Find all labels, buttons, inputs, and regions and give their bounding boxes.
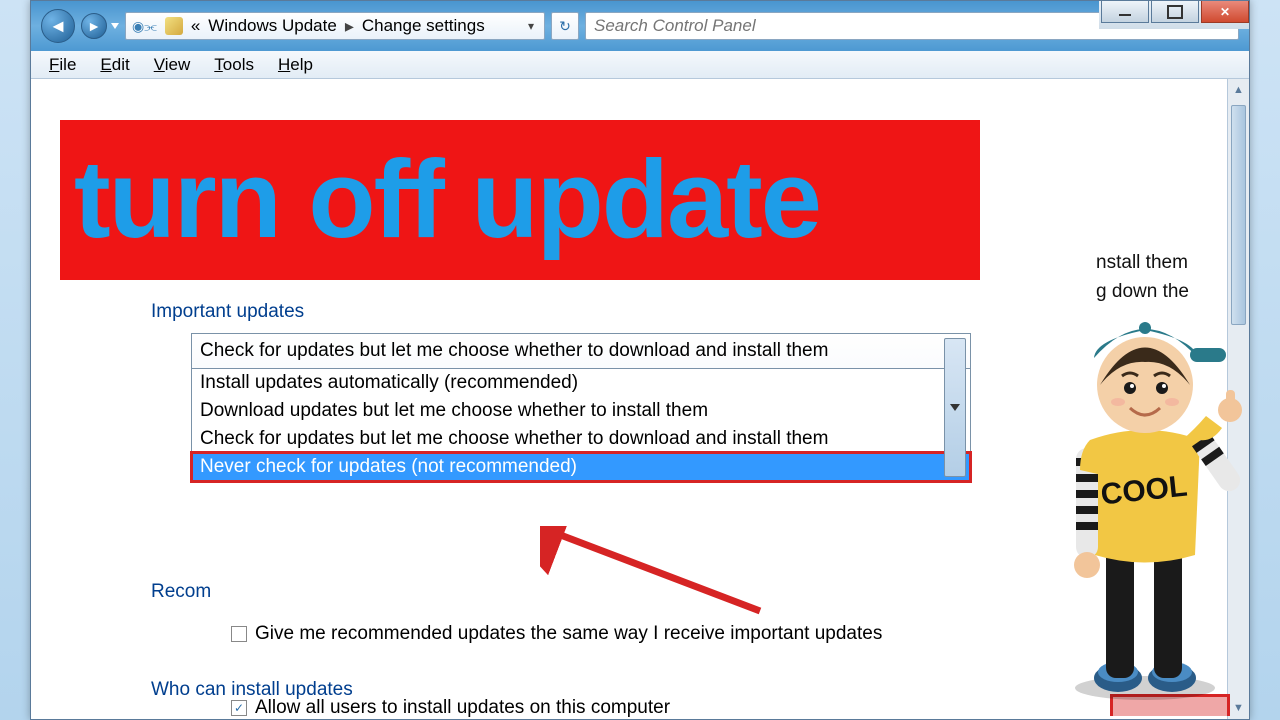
menu-file[interactable]: File [39, 53, 86, 77]
breadcrumb-loc2[interactable]: Change settings [362, 16, 485, 36]
close-button[interactable]: ✕ [1201, 1, 1249, 23]
minimize-button[interactable] [1101, 1, 1149, 23]
checkbox-all-users[interactable]: ✓ Allow all users to install updates on … [231, 697, 670, 719]
menu-edit[interactable]: Edit [90, 53, 139, 77]
network-icon: ◉⫘ [132, 18, 157, 35]
dropdown-selected: Check for updates but let me choose whet… [192, 334, 970, 368]
cartoon-character: COOL [1030, 290, 1250, 710]
dropdown-option[interactable]: Download updates but let me choose wheth… [192, 397, 970, 425]
back-button[interactable]: ◄ [41, 9, 75, 43]
menu-help[interactable]: Help [268, 53, 323, 77]
dropdown-arrow-icon[interactable] [944, 338, 966, 477]
overlay-banner: turn off update [60, 120, 980, 280]
windows-update-icon [165, 17, 183, 35]
nav-history-dropdown-icon[interactable] [111, 23, 119, 29]
menu-tools[interactable]: Tools [204, 53, 264, 77]
checkbox-recommended[interactable]: Give me recommended updates the same way… [231, 623, 882, 645]
checkbox-icon[interactable] [231, 626, 247, 642]
breadcrumb-dropdown-icon[interactable]: ▾ [524, 19, 538, 33]
banner-text: turn off update [74, 145, 820, 255]
breadcrumb-loc1[interactable]: Windows Update [208, 16, 337, 36]
menu-view[interactable]: View [144, 53, 201, 77]
checkbox-icon[interactable]: ✓ [231, 700, 247, 716]
maximize-button[interactable] [1151, 1, 1199, 23]
dropdown-list: Install updates automatically (recommend… [192, 368, 970, 481]
menubar: File Edit View Tools Help [31, 51, 1249, 79]
dropdown-option-never[interactable]: Never check for updates (not recommended… [192, 453, 970, 481]
nav-bar: ◄ ► ◉⫘ « Windows Update ▸ Change setting… [31, 1, 1249, 51]
window-caption-buttons: ✕ [1099, 1, 1249, 29]
scroll-up-icon[interactable]: ▲ [1228, 79, 1249, 101]
refresh-button[interactable]: ↻ [551, 12, 579, 40]
checkbox-label: Allow all users to install updates on th… [255, 697, 670, 719]
breadcrumb-back-chevron: « [191, 16, 200, 36]
dropdown-option[interactable]: Check for updates but let me choose whet… [192, 425, 970, 453]
dropdown-option[interactable]: Install updates automatically (recommend… [192, 369, 970, 397]
forward-button[interactable]: ► [81, 13, 107, 39]
section-recommended-updates: Recom [151, 581, 211, 603]
chevron-right-icon: ▸ [345, 16, 354, 37]
important-updates-dropdown[interactable]: Check for updates but let me choose whet… [191, 333, 971, 482]
breadcrumb[interactable]: ◉⫘ « Windows Update ▸ Change settings ▾ [125, 12, 545, 40]
checkbox-label: Give me recommended updates the same way… [255, 623, 882, 645]
